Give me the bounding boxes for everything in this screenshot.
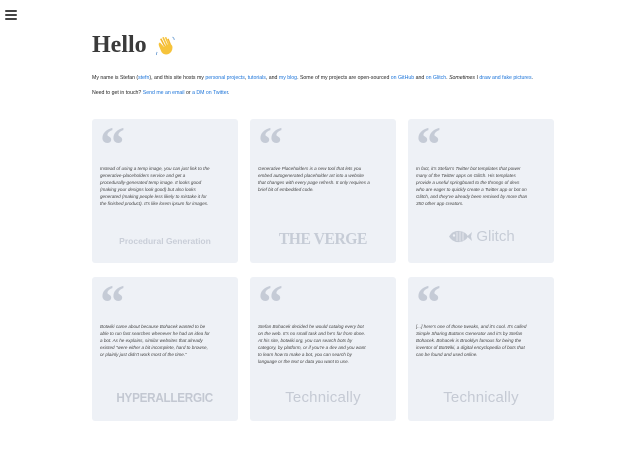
technically-logo[interactable]: Technically — [408, 389, 554, 407]
source-name: THE VERGE — [278, 229, 368, 248]
hyperallergic-logo[interactable]: HYPERALLERGIC — [92, 389, 238, 407]
blog-link[interactable]: my blog — [279, 75, 297, 81]
contact-text: Need to get in touch? — [92, 90, 143, 96]
source-name: Procedural Generation — [119, 236, 211, 246]
contact-text: . — [228, 90, 230, 96]
intro-text: . Some of my projects are open-sourced — [297, 75, 391, 81]
testimonial-quote: Stefan Bohacek decided he would catalog … — [258, 324, 366, 365]
source-name: Technically — [443, 389, 519, 406]
testimonial-quote: Generative Placeholders is a new tool th… — [258, 166, 370, 193]
tutorials-link[interactable]: tutorials — [248, 75, 266, 81]
personal-projects-link[interactable]: personal projects — [205, 75, 245, 81]
testimonial-card: “ Generative Placeholders is a new tool … — [250, 119, 396, 263]
glitch-fish-icon — [449, 230, 473, 243]
intro-text: and — [414, 75, 426, 81]
quotation-mark-icon: “ — [416, 116, 441, 172]
glitch-logo[interactable]: Glitch — [408, 228, 554, 249]
testimonial-card: “ [...] here's one of those tweaks, and … — [408, 277, 554, 421]
github-link[interactable]: on GitHub — [391, 75, 414, 81]
intro-paragraph: My name is Stefan (stefn), and this site… — [92, 74, 554, 82]
quotation-mark-icon: “ — [258, 274, 283, 330]
contact-text: or — [184, 90, 193, 96]
testimonial-card: “ Stefan Bohacek decided he would catalo… — [250, 277, 396, 421]
technically-logo[interactable]: Technically — [250, 389, 396, 407]
testimonial-quote: [...] here's one of those tweaks, and it… — [416, 324, 527, 358]
testimonial-quote: In fact, it's Stefan's Twitter bot templ… — [416, 166, 528, 207]
page-title: Hello — [92, 30, 554, 60]
intro-text: . — [531, 75, 533, 81]
source-name: HYPERALLERGIC — [116, 390, 214, 405]
intro-text: , and — [265, 75, 279, 81]
testimonial-quote: Instead of using a temp image, you can j… — [100, 166, 210, 207]
quotation-mark-icon: “ — [100, 116, 125, 172]
testimonial-quote: Botwiki came about because Bohacek wante… — [100, 324, 210, 358]
contact-paragraph: Need to get in touch? Send me an email o… — [92, 89, 554, 97]
testimonials-grid: “ Instead of using a temp image, you can… — [92, 119, 554, 421]
quotation-mark-icon: “ — [258, 116, 283, 172]
sometimes-emphasis: Sometimes — [449, 75, 476, 81]
email-link[interactable]: Send me an email — [143, 90, 185, 96]
page-title-text: Hello — [92, 32, 147, 58]
intro-text: My name is Stefan ( — [92, 75, 139, 81]
source-name: Glitch — [476, 228, 515, 245]
twitter-dm-link[interactable]: a DM on Twitter — [192, 90, 228, 96]
handle-link[interactable]: stefn — [138, 75, 149, 81]
testimonial-card: “ Instead of using a temp image, you can… — [92, 119, 238, 263]
waving-hand-icon — [155, 36, 175, 56]
intro-text: ), and this site hosts my — [149, 75, 206, 81]
quotation-mark-icon: “ — [416, 274, 441, 330]
hamburger-menu-icon[interactable] — [5, 10, 17, 20]
source-name: Technically — [285, 389, 361, 406]
procedural-generation-logo[interactable]: Procedural Generation — [92, 231, 238, 249]
glitch-logo-wrap: Glitch — [447, 228, 515, 245]
testimonial-card: “ In fact, it's Stefan's Twitter bot tem… — [408, 119, 554, 263]
testimonial-card: “ Botwiki came about because Bohacek wan… — [92, 277, 238, 421]
quotation-mark-icon: “ — [100, 274, 125, 330]
main-content: Hello My name is Stefan (stefn), and thi… — [92, 30, 554, 421]
the-verge-logo[interactable]: THE VERGE — [250, 229, 396, 249]
draw-pictures-link[interactable]: draw and fake pictures — [479, 75, 531, 81]
glitch-link[interactable]: on Glitch — [426, 75, 446, 81]
